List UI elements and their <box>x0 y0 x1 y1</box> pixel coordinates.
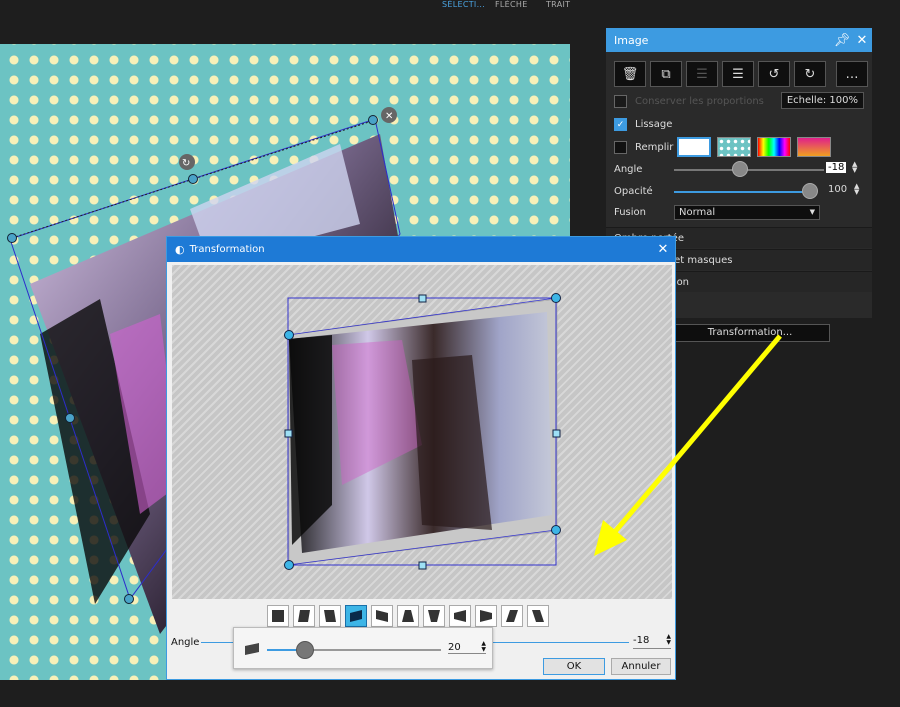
layer-up-icon: ☰ <box>696 66 708 82</box>
close-icon[interactable]: ✕ <box>852 30 872 50</box>
fill-swatch-gradient[interactable] <box>797 137 832 157</box>
send-backward-button[interactable]: ☰ <box>722 61 754 87</box>
panel-header: Image 📌︎ ✕ <box>606 28 872 52</box>
corner-handle[interactable] <box>551 293 561 303</box>
shape-slant-b[interactable] <box>527 605 549 627</box>
scale-display[interactable]: Echelle: 100% <box>780 92 864 109</box>
resize-handle[interactable] <box>65 413 75 423</box>
dialog-angle-label: Angle <box>171 637 200 648</box>
ok-button[interactable]: OK <box>543 658 605 675</box>
transform-preview[interactable] <box>172 265 672 599</box>
shape-perspective-right[interactable] <box>371 605 393 627</box>
preview-image-layer <box>284 293 561 570</box>
svg-text:✕: ✕ <box>385 111 393 122</box>
resize-handle[interactable] <box>124 594 134 604</box>
resize-handle[interactable] <box>188 174 198 184</box>
edge-handle[interactable] <box>418 561 427 570</box>
dialog-title: Transformation <box>189 244 265 255</box>
fill-swatch-white[interactable] <box>677 137 712 157</box>
angle-slider-knob[interactable] <box>732 161 748 177</box>
keep-proportions-checkbox[interactable] <box>614 95 627 108</box>
opacity-slider[interactable] <box>674 191 814 193</box>
fill-swatch-pattern[interactable] <box>717 137 752 157</box>
tab-line[interactable]: TRAIT <box>546 0 570 9</box>
duplicate-button[interactable]: ⧉ <box>650 61 682 87</box>
blend-label: Fusion <box>614 207 646 218</box>
spinner-icon[interactable]: ▲ ▼ <box>481 641 486 653</box>
resize-handle[interactable] <box>7 233 17 243</box>
edge-handle[interactable] <box>284 429 293 438</box>
opacity-spinner-icon[interactable]: ▲ ▼ <box>854 183 859 196</box>
keep-proportions-label: Conserver les proportions <box>635 96 764 107</box>
corner-handle[interactable] <box>551 525 561 535</box>
fill-row: Remplir <box>614 137 832 157</box>
corner-handle[interactable] <box>284 560 294 570</box>
panel-toolbar: 🗑︎ ⧉ ☰ ☰ ↺ ↻ … <box>614 61 868 87</box>
shape-square[interactable] <box>267 605 289 627</box>
top-tab-bar: SÉLECTI... FLÈCHE TRAIT <box>0 0 900 16</box>
fill-label: Remplir <box>635 141 674 153</box>
resize-handle[interactable] <box>368 115 378 125</box>
pin-icon[interactable]: 📌︎ <box>832 30 852 50</box>
angle-value[interactable]: -18 <box>826 162 847 173</box>
shape-perspective-selected[interactable] <box>345 605 367 627</box>
dialog-angle-input[interactable]: -18 ▲ ▼ <box>633 634 671 649</box>
fill-checkbox[interactable] <box>614 140 627 154</box>
perspective-input[interactable]: 20 ▲ ▼ <box>448 641 486 654</box>
angle-label: Angle <box>614 164 643 175</box>
trash-icon: 🗑︎ <box>621 66 639 82</box>
edge-handle[interactable] <box>418 294 427 303</box>
corner-handle[interactable] <box>284 330 294 340</box>
opacity-label: Opacité <box>614 186 653 197</box>
dialog-angle-value: -18 <box>633 635 650 646</box>
keep-proportions-row[interactable]: Conserver les proportions <box>614 95 764 108</box>
layer-down-icon: ☰ <box>732 66 744 82</box>
perspective-slider-knob[interactable] <box>296 641 314 659</box>
smoothing-row[interactable]: ✓ Lissage <box>614 118 672 131</box>
tab-arrow[interactable]: FLÈCHE <box>495 0 528 9</box>
shape-skew-right[interactable] <box>319 605 341 627</box>
close-icon[interactable]: ✕ <box>651 242 675 257</box>
shape-skew-left[interactable] <box>293 605 315 627</box>
rotate-left-button[interactable]: ↺ <box>758 61 790 87</box>
angle-spinner-icon[interactable]: ▲ ▼ <box>852 161 857 174</box>
fill-swatch-rainbow[interactable] <box>757 137 792 157</box>
shape-presets <box>267 605 549 627</box>
more-button[interactable]: … <box>836 61 868 87</box>
tab-selection[interactable]: SÉLECTI... <box>442 0 485 9</box>
delete-button[interactable]: 🗑︎ <box>614 61 646 87</box>
shape-taper-right[interactable] <box>475 605 497 627</box>
dialog-titlebar: ◐ Transformation ✕ <box>167 237 675 262</box>
rotate-left-icon: ↺ <box>768 66 780 82</box>
angle-slider[interactable] <box>674 169 824 171</box>
rotate-right-button[interactable]: ↻ <box>794 61 826 87</box>
more-icon: … <box>845 66 859 82</box>
app-logo-icon: ◐ <box>175 243 185 256</box>
shape-trapezoid-up[interactable] <box>397 605 419 627</box>
opacity-slider-knob[interactable] <box>802 183 818 199</box>
perspective-value: 20 <box>448 642 461 653</box>
transformation-button[interactable]: Transformation... <box>670 324 830 342</box>
smoothing-checkbox[interactable]: ✓ <box>614 118 627 131</box>
spinner-icon[interactable]: ▲ ▼ <box>666 634 671 646</box>
perspective-popup: 20 ▲ ▼ <box>233 627 493 669</box>
bring-forward-button[interactable]: ☰ <box>686 61 718 87</box>
svg-text:↻: ↻ <box>182 158 190 169</box>
perspective-slider[interactable] <box>267 649 441 651</box>
blend-select[interactable]: Normal ▼ <box>674 205 820 220</box>
cancel-button[interactable]: Annuler <box>611 658 671 675</box>
opacity-value[interactable]: 100 <box>828 184 847 195</box>
shape-taper-left[interactable] <box>449 605 471 627</box>
blend-value: Normal <box>679 207 716 218</box>
smoothing-label: Lissage <box>635 119 673 130</box>
duplicate-icon: ⧉ <box>661 66 671 82</box>
perspective-shape-icon <box>245 643 259 655</box>
shape-slant-a[interactable] <box>501 605 523 627</box>
panel-title: Image <box>614 33 649 47</box>
transformation-dialog: ◐ Transformation ✕ Angle -18 ▲ ▼ 20 ▲ ▼ … <box>166 236 676 680</box>
edge-handle[interactable] <box>552 429 561 438</box>
shape-trapezoid-down[interactable] <box>423 605 445 627</box>
rotate-right-icon: ↻ <box>804 66 816 82</box>
chevron-down-icon: ▼ <box>809 208 815 216</box>
